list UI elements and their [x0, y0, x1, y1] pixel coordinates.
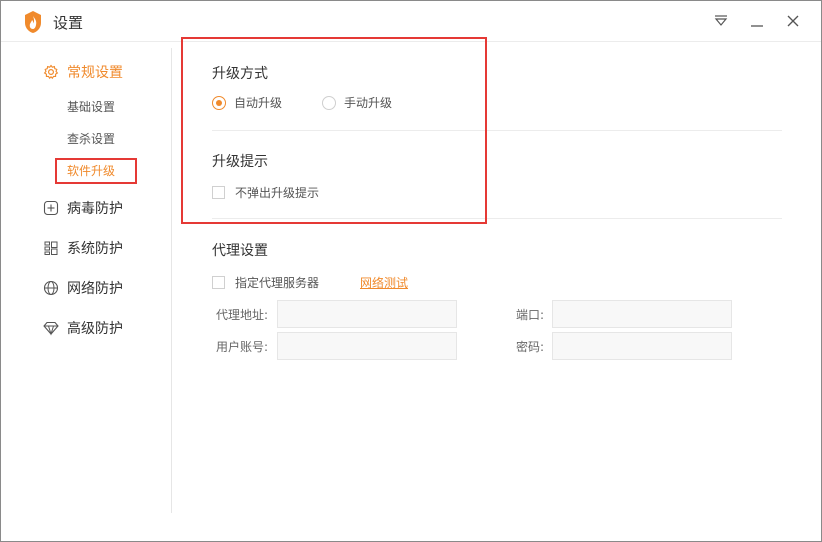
- nav-sub-scan-settings[interactable]: 查杀设置: [67, 130, 115, 148]
- upgrade-method-options: 自动升级 手动升级: [212, 94, 392, 111]
- manual-upgrade-radio[interactable]: [322, 95, 337, 110]
- nav-virus-protection-label: 病毒防护: [67, 201, 123, 217]
- nav-system-protection-label: 系统防护: [67, 241, 123, 257]
- globe-icon: [43, 280, 59, 296]
- nav-general-settings[interactable]: 常规设置: [43, 61, 123, 83]
- app-logo-icon: [25, 11, 41, 33]
- sidebar-divider: [171, 48, 172, 513]
- plus-square-icon: [43, 200, 59, 216]
- section-divider: [212, 218, 782, 219]
- no-upgrade-popup-checkbox[interactable]: [212, 186, 225, 199]
- gear-icon: [43, 64, 59, 80]
- proxy-server-label[interactable]: 指定代理服务器: [235, 274, 319, 291]
- window-title: 设置: [53, 14, 84, 32]
- proxy-port-label: 端口:: [516, 308, 545, 322]
- proxy-user-label: 用户账号:: [216, 340, 269, 354]
- close-icon[interactable]: [783, 11, 803, 31]
- nav-general-settings-label: 常规设置: [67, 65, 123, 81]
- minimize-icon[interactable]: [747, 11, 767, 31]
- proxy-address-label: 代理地址:: [216, 308, 269, 322]
- nav-virus-protection[interactable]: 病毒防护: [43, 197, 123, 219]
- auto-upgrade-radio[interactable]: [212, 95, 226, 110]
- nav-advanced-protection[interactable]: 高级防护: [43, 317, 123, 339]
- proxy-address-input[interactable]: [277, 300, 457, 328]
- no-upgrade-popup-label[interactable]: 不弹出升级提示: [235, 184, 319, 201]
- proxy-server-checkbox[interactable]: [212, 276, 225, 289]
- nav-advanced-protection-label: 高级防护: [67, 321, 123, 337]
- settings-window: 设置 常规设置 基础设置 查杀设置 软件升级 病毒防护 系统防护 网络防护 高级…: [0, 0, 822, 542]
- proxy-settings-title: 代理设置: [212, 243, 268, 259]
- manual-upgrade-label[interactable]: 手动升级: [344, 94, 392, 111]
- upgrade-method-title: 升级方式: [212, 66, 268, 82]
- title-bar: 设置: [1, 1, 821, 42]
- nav-sub-basic-settings[interactable]: 基础设置: [67, 98, 115, 116]
- section-divider: [212, 130, 782, 131]
- nav-system-protection[interactable]: 系统防护: [43, 237, 123, 259]
- nav-network-protection[interactable]: 网络防护: [43, 277, 123, 299]
- auto-upgrade-label[interactable]: 自动升级: [234, 94, 282, 111]
- upgrade-prompt-title: 升级提示: [212, 154, 268, 170]
- dropdown-menu-icon[interactable]: [711, 11, 731, 31]
- proxy-port-input[interactable]: [552, 300, 732, 328]
- proxy-user-input[interactable]: [277, 332, 457, 360]
- proxy-password-input[interactable]: [552, 332, 732, 360]
- diamond-icon: [43, 321, 59, 336]
- network-test-link[interactable]: 网络测试: [360, 274, 408, 291]
- nav-network-protection-label: 网络防护: [67, 281, 123, 297]
- proxy-password-label: 密码:: [516, 340, 545, 354]
- software-upgrade-highlight-box: [55, 158, 137, 184]
- grid-icon: [44, 241, 58, 255]
